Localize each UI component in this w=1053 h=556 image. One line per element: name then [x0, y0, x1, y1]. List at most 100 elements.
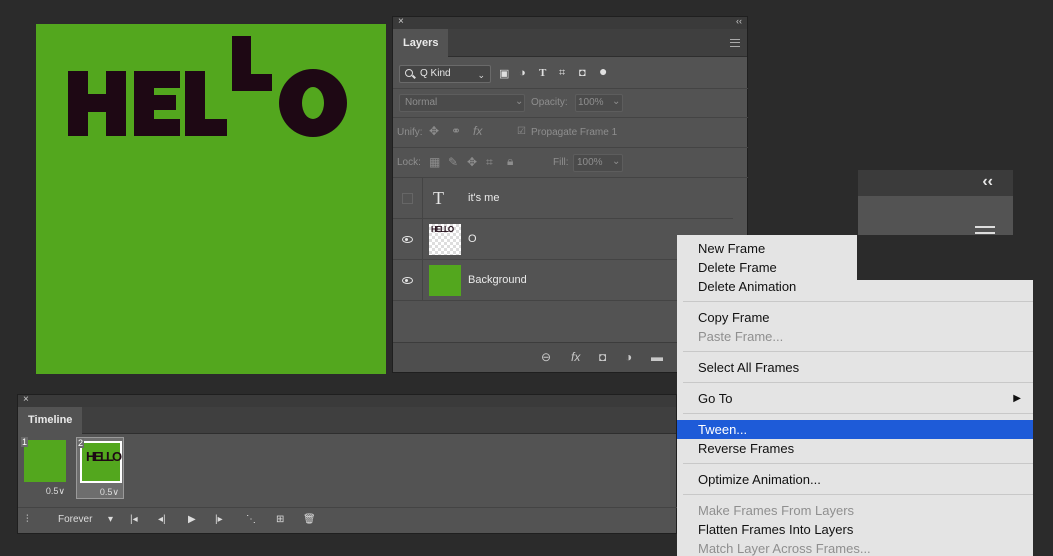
- eye-icon: [402, 236, 413, 243]
- visibility-toggle[interactable]: [393, 219, 423, 260]
- collapse-icon[interactable]: ‹‹: [736, 16, 742, 26]
- adjustment-filter-icon[interactable]: ◑: [519, 67, 526, 79]
- menu-background-cutout: [857, 235, 1033, 280]
- menu-item-match-layer: Match Layer Across Frames...: [698, 541, 871, 556]
- document-canvas[interactable]: [36, 24, 386, 374]
- menu-item-flatten-frames[interactable]: Flatten Frames Into Layers: [677, 520, 1033, 539]
- tab-layers[interactable]: Layers: [393, 29, 449, 57]
- lock-pixels-icon[interactable]: ✎: [448, 155, 458, 169]
- expand-panels-icon[interactable]: ‹‹: [982, 173, 993, 191]
- fill-label: Fill:: [553, 157, 569, 168]
- visibility-toggle[interactable]: [393, 260, 423, 301]
- chevron-down-icon: ⌄: [612, 156, 621, 167]
- filter-toggle-icon[interactable]: ●: [599, 63, 607, 79]
- tween-icon[interactable]: ⋱: [246, 514, 256, 525]
- play-icon[interactable]: ▶: [188, 514, 196, 525]
- text-layer-icon: T: [433, 188, 444, 208]
- menu-separator: [683, 413, 1033, 414]
- close-icon[interactable]: ×: [23, 394, 29, 405]
- menu-item-make-frames-from-layers: Make Frames From Layers: [698, 503, 855, 518]
- folder-icon[interactable]: ▬: [651, 350, 663, 364]
- chevron-down-icon: ⌄: [515, 96, 524, 107]
- menu-item-delete-animation[interactable]: Delete Animation: [677, 277, 1033, 296]
- timeline-frame-selected[interactable]: HELLO 2 0.5∨: [76, 437, 124, 499]
- menu-separator: [683, 301, 1033, 302]
- menu-separator: [683, 382, 1033, 383]
- unify-visibility-icon[interactable]: ⚭: [451, 124, 461, 138]
- next-frame-icon[interactable]: |▸: [215, 514, 223, 525]
- filter-kind-select[interactable]: Q Kind ⌄: [399, 65, 491, 83]
- lock-label: Lock:: [397, 157, 421, 168]
- timeline-tab-row: Timeline: [18, 407, 676, 434]
- lock-artboard-icon[interactable]: ⌗: [486, 155, 493, 170]
- panel-title-bar: × ‹‹: [393, 16, 747, 29]
- filter-kind-label: Q Kind: [420, 68, 451, 79]
- adjustment-layer-icon[interactable]: ◑: [625, 350, 632, 364]
- lock-row: Lock: ▦ ✎ ✥ ⌗ 🔒︎ Fill: 100% ⌄: [393, 148, 748, 178]
- fx-icon[interactable]: fx: [571, 350, 580, 364]
- visibility-toggle[interactable]: [393, 178, 423, 219]
- timeline-controls: ⫶ Forever ▾ |◂ ◂| ▶ |▸ ⋱ ⊞ 🗑︎: [18, 507, 678, 533]
- menu-item-go-to[interactable]: Go To ▶: [677, 389, 1033, 408]
- duplicate-frame-icon[interactable]: ⊞: [276, 514, 284, 525]
- menu-item-copy-frame[interactable]: Copy Frame: [677, 308, 1033, 327]
- eye-icon: [402, 277, 413, 284]
- timeline-frame[interactable]: 1 0.5∨: [21, 437, 69, 499]
- submenu-arrow-icon: ▶: [1013, 393, 1021, 404]
- menu-item-reverse-frames[interactable]: Reverse Frames: [677, 439, 1033, 458]
- hello-artwork: [68, 36, 347, 137]
- lock-transparent-icon[interactable]: ▦: [429, 155, 440, 169]
- unify-position-icon[interactable]: ✥: [429, 124, 439, 138]
- filter-row: Q Kind ⌄ ▣ ◑ T ⌗ ◘ ●: [393, 58, 748, 89]
- menu-separator: [683, 494, 1033, 495]
- link-icon[interactable]: ⊖: [541, 350, 551, 364]
- loop-select[interactable]: Forever: [58, 514, 92, 525]
- frame-delay[interactable]: 0.5∨: [100, 487, 119, 498]
- search-icon: [405, 69, 413, 77]
- frame-number: 2: [77, 438, 85, 448]
- frame-delay[interactable]: 0.5∨: [46, 486, 65, 497]
- blend-mode-label: Normal: [405, 97, 438, 108]
- unify-label: Unify:: [397, 127, 423, 138]
- menu-item-optimize-animation[interactable]: Optimize Animation...: [677, 470, 1033, 489]
- layer-row[interactable]: T it's me: [393, 178, 733, 219]
- layer-name: Background: [468, 274, 527, 286]
- panel-title-bar: ×: [18, 394, 676, 407]
- thumbnail-text: HELLO: [431, 225, 454, 234]
- blend-row: Normal ⌄ Opacity: 100% ⌄: [393, 89, 748, 118]
- timeline-context-menu: New Frame Delete Frame Delete Animation …: [677, 235, 1033, 556]
- frame-thumbnail: HELLO: [80, 441, 122, 483]
- first-frame-icon[interactable]: |◂: [130, 514, 138, 525]
- type-filter-icon[interactable]: T: [539, 67, 546, 79]
- lock-position-icon[interactable]: ✥: [467, 155, 477, 169]
- propagate-checkbox-icon[interactable]: ☑: [517, 126, 526, 137]
- layer-thumbnail: [429, 265, 461, 296]
- menu-separator: [683, 351, 1033, 352]
- tab-timeline[interactable]: Timeline: [18, 407, 83, 434]
- menu-item-delete-frame[interactable]: Delete Frame: [677, 258, 857, 277]
- fill-value: 100%: [577, 157, 603, 168]
- panel-menu-icon[interactable]: [730, 39, 740, 47]
- close-icon[interactable]: ×: [398, 16, 404, 27]
- unify-style-icon[interactable]: fx: [473, 124, 482, 138]
- menu-item-select-all-frames[interactable]: Select All Frames: [677, 358, 1033, 377]
- dock-title-bar: ‹‹: [858, 170, 1013, 196]
- menu-separator: [683, 463, 1033, 464]
- frame-number: 1: [21, 437, 29, 447]
- frame-thumbnail: [24, 440, 66, 482]
- timeline-panel: × Timeline 1 0.5∨ HELLO 2 0.5∨ ⫶ Forever…: [17, 394, 678, 534]
- image-filter-icon[interactable]: ▣: [499, 67, 509, 80]
- go-to-label: Go To: [698, 391, 733, 406]
- opacity-label: Opacity:: [531, 97, 568, 108]
- mask-icon[interactable]: ◘: [599, 350, 606, 364]
- lock-all-icon[interactable]: 🔒︎: [507, 154, 513, 169]
- propagate-label: Propagate Frame 1: [531, 127, 618, 138]
- trash-icon[interactable]: 🗑︎: [303, 514, 316, 525]
- shape-filter-icon[interactable]: ⌗: [559, 67, 565, 80]
- smart-object-filter-icon[interactable]: ◘: [579, 67, 586, 79]
- menu-item-tween[interactable]: Tween...: [677, 420, 1033, 439]
- previous-frame-icon[interactable]: ◂|: [158, 514, 166, 525]
- chevron-down-icon: ⌄: [612, 96, 621, 107]
- menu-item-new-frame[interactable]: New Frame: [677, 239, 857, 258]
- convert-timeline-icon[interactable]: ⫶: [26, 514, 29, 525]
